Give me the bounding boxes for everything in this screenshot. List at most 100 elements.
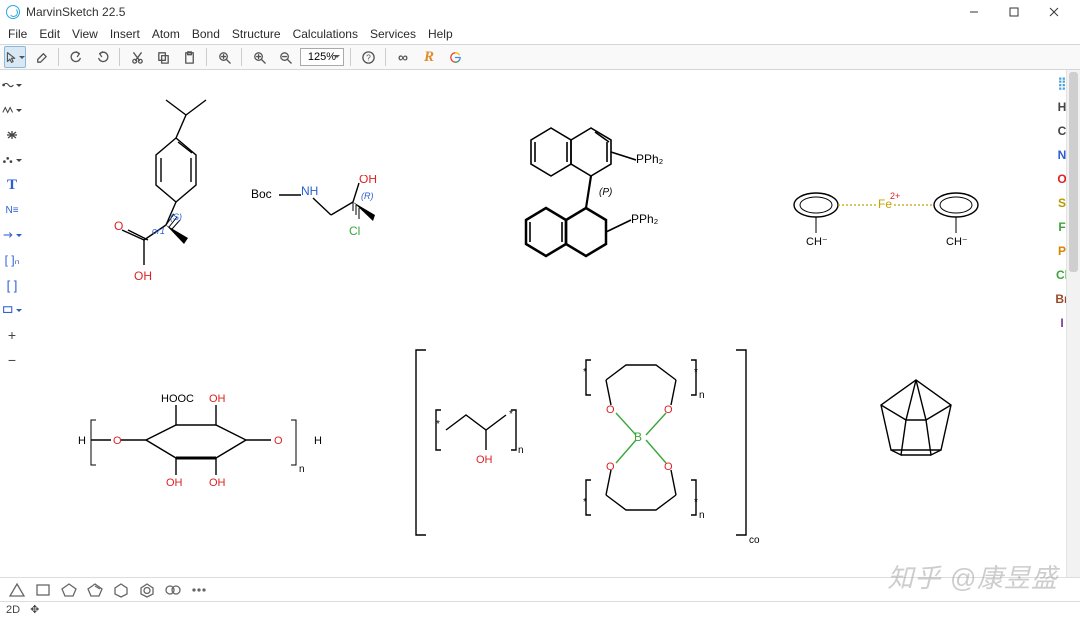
menu-file[interactable]: File: [8, 27, 27, 41]
zoom-fit-button[interactable]: [213, 46, 235, 68]
structure-2[interactable]: Boc NH OH (R) Cl: [241, 175, 411, 285]
cut-button[interactable]: [126, 46, 148, 68]
paste-button[interactable]: [178, 46, 200, 68]
hexagon-ring-button[interactable]: [110, 580, 132, 600]
scrollbar-thumb[interactable]: [1069, 72, 1078, 272]
menu-help[interactable]: Help: [428, 27, 453, 41]
close-button[interactable]: [1034, 0, 1074, 24]
atom-label: OH: [476, 454, 493, 466]
triangle-ring-button[interactable]: [6, 580, 28, 600]
atom-f-button[interactable]: F: [1058, 218, 1065, 236]
structure-3[interactable]: PPh₂ PPh₂ (P): [471, 100, 691, 320]
status-mode[interactable]: 2D: [6, 604, 20, 616]
undo-button[interactable]: [65, 46, 87, 68]
toolbar-separator: [241, 48, 242, 66]
maximize-button[interactable]: [994, 0, 1034, 24]
atom-label: OH: [134, 269, 152, 283]
atom-p-button[interactable]: P: [1058, 242, 1066, 260]
atom-label: H: [78, 435, 86, 447]
minus-charge-button[interactable]: −: [2, 351, 22, 369]
fused-ring-button[interactable]: [162, 580, 184, 600]
zoom-level-value: 125%: [308, 51, 336, 63]
toolbar-separator: [58, 48, 59, 66]
menu-calculations[interactable]: Calculations: [293, 27, 358, 41]
menu-structure[interactable]: Structure: [232, 27, 281, 41]
star-tool-button[interactable]: [2, 126, 22, 144]
star-label: *: [694, 497, 698, 508]
window-title: MarvinSketch 22.5: [26, 5, 125, 19]
atom-label: H: [314, 435, 322, 447]
infinity-icon: ∞: [398, 49, 408, 65]
square-ring-button[interactable]: [32, 580, 54, 600]
toolbar-separator: [350, 48, 351, 66]
star-label: *: [509, 409, 513, 420]
app-logo-icon: [6, 5, 20, 19]
repeat-label: n: [518, 445, 524, 456]
star-label: *: [694, 367, 698, 378]
structure-4[interactable]: Fe 2+ CH⁻ CH⁻: [766, 175, 1016, 275]
text-tool-button[interactable]: T: [2, 176, 22, 194]
pentagon-ring-button[interactable]: [58, 580, 80, 600]
arrow-tool-button[interactable]: [2, 226, 22, 244]
name-tool-button[interactable]: N≡: [2, 201, 22, 219]
status-tool-icon[interactable]: ✥: [30, 603, 39, 616]
zoom-in-button[interactable]: [248, 46, 270, 68]
lasso-tool-button[interactable]: [2, 76, 22, 94]
status-bar: 2D ✥: [0, 601, 1080, 617]
structure-5[interactable]: HOOC OH OH OH O O H H n: [66, 380, 346, 500]
infinity-button[interactable]: ∞: [392, 46, 414, 68]
bracket-n-tool-button[interactable]: [ ]ₙ: [2, 251, 22, 269]
menu-edit[interactable]: Edit: [39, 27, 60, 41]
google-icon: [448, 50, 463, 65]
main-toolbar: 125% ? ∞ R: [0, 44, 1080, 70]
benzene-ring-button[interactable]: [136, 580, 158, 600]
google-button[interactable]: [444, 46, 466, 68]
atom-label: O: [113, 435, 122, 447]
menu-atom[interactable]: Atom: [152, 27, 180, 41]
erase-tool-button[interactable]: [30, 46, 52, 68]
r-group-button[interactable]: R: [418, 46, 440, 68]
vertical-scrollbar[interactable]: [1066, 70, 1080, 577]
drawing-canvas[interactable]: O OH (S) or1 Boc NH OH (R) Cl: [26, 70, 1048, 577]
stereo-label: (P): [599, 187, 612, 198]
select-tool-button[interactable]: [4, 46, 26, 68]
atom-label: O: [606, 461, 615, 473]
toolbar-separator: [385, 48, 386, 66]
stereo-label: or1: [152, 226, 165, 236]
plus-charge-button[interactable]: +: [2, 326, 22, 344]
help-button[interactable]: ?: [357, 46, 379, 68]
more-templates-button[interactable]: [188, 580, 210, 600]
atom-s-button[interactable]: S: [1058, 194, 1066, 212]
structure-6[interactable]: * * n OH B O O O O * * * * n n co: [406, 335, 766, 555]
menu-services[interactable]: Services: [370, 27, 416, 41]
structure-7[interactable]: [856, 370, 976, 480]
rect-tool-button[interactable]: [2, 301, 22, 319]
atom-label: O: [664, 404, 673, 416]
star-label: *: [583, 367, 587, 378]
structure-1[interactable]: O OH (S) or1: [66, 80, 216, 340]
dots-tool-button[interactable]: [2, 151, 22, 169]
bracket-tool-button[interactable]: [ ]: [2, 276, 22, 294]
zoom-level-combo[interactable]: 125%: [300, 48, 344, 66]
left-toolbar: T N≡ [ ]ₙ [ ] + −: [0, 70, 24, 369]
atom-label: OH: [359, 175, 377, 186]
atom-label: B: [634, 430, 642, 444]
atom-label: O: [606, 404, 615, 416]
menu-bar: File Edit View Insert Atom Bond Structur…: [0, 24, 1080, 44]
chain-tool-button[interactable]: [2, 101, 22, 119]
menu-insert[interactable]: Insert: [110, 27, 140, 41]
redo-button[interactable]: [91, 46, 113, 68]
cyclopentadiene-button[interactable]: [84, 580, 106, 600]
zoom-out-button[interactable]: [274, 46, 296, 68]
atom-label: O: [664, 461, 673, 473]
stereo-label: (R): [361, 191, 374, 201]
menu-view[interactable]: View: [72, 27, 98, 41]
repeat-label: n: [299, 464, 305, 475]
atom-i-button[interactable]: I: [1060, 314, 1063, 332]
group-label: HOOC: [161, 393, 194, 405]
atom-label: CH⁻: [806, 236, 828, 248]
copy-button[interactable]: [152, 46, 174, 68]
menu-bond[interactable]: Bond: [192, 27, 220, 41]
minimize-button[interactable]: [954, 0, 994, 24]
stereo-label: (S): [170, 212, 182, 222]
